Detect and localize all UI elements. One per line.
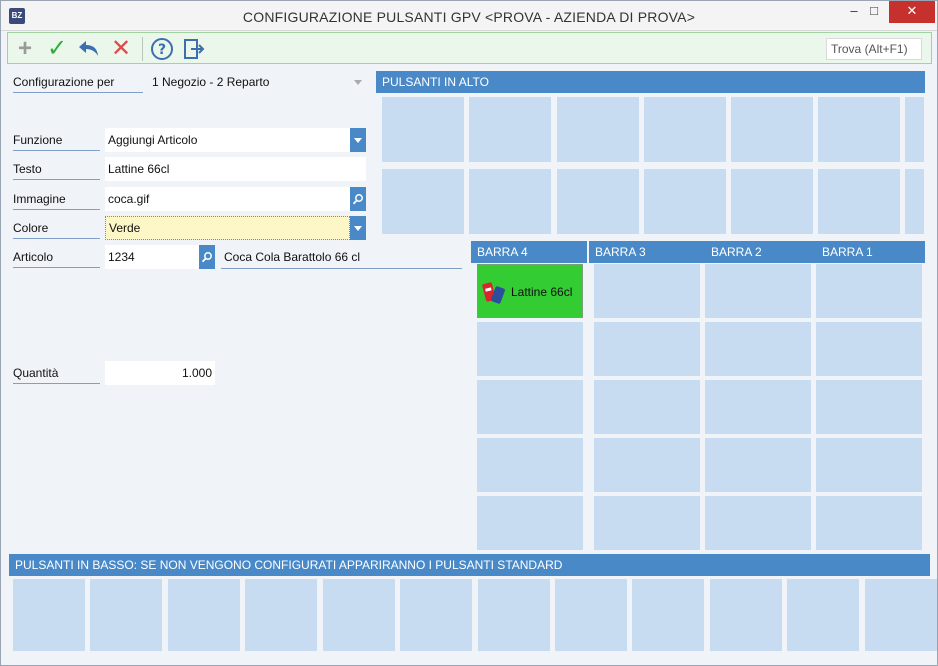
bottom-button-slot[interactable] [90,579,162,651]
immagine-input[interactable]: coca.gif [105,187,350,211]
exit-icon[interactable] [180,35,208,63]
top-button-slot[interactable] [644,97,726,162]
toolbar: + ✓ ✕ ? Trova (Alt+F1) [7,32,932,64]
top-button-slot[interactable] [731,97,813,162]
barra2-header: BARRA 2 [711,245,762,259]
bar-button-slot[interactable] [816,264,922,318]
top-button-slot[interactable] [469,97,551,162]
top-button-slot[interactable] [731,169,813,234]
bar-button-slot[interactable] [477,322,583,376]
quantita-input[interactable]: 1.000 [105,361,215,385]
bar-button-slot[interactable] [705,380,811,434]
bar-button-slot[interactable] [705,264,811,318]
bar-button-slot[interactable] [705,438,811,492]
colore-label: Colore [13,221,100,239]
articolo-code-input[interactable]: 1234 [105,245,199,269]
bottom-button-slot[interactable] [323,579,395,651]
toolbar-separator [142,37,143,61]
bar-button-slot[interactable] [816,380,922,434]
top-button-slot[interactable] [382,97,464,162]
testo-input[interactable]: Lattine 66cl [105,157,366,181]
top-button-slot[interactable] [469,169,551,234]
immagine-label: Immagine [13,192,100,210]
top-button-slot[interactable] [818,97,900,162]
configurazione-select[interactable]: 1 Negozio - 2 Reparto [149,70,349,94]
bar-button-slot[interactable] [705,322,811,376]
top-buttons-header: PULSANTI IN ALTO [376,71,925,93]
bar-button-slot[interactable] [594,264,700,318]
barra4-header: BARRA 4 [471,241,587,263]
search-icon[interactable] [199,245,215,269]
bar-button-slot[interactable] [816,322,922,376]
bottom-button-slot[interactable] [478,579,550,651]
top-button-slot[interactable] [644,169,726,234]
bar-button-slot[interactable] [816,438,922,492]
chevron-down-icon[interactable] [350,216,366,240]
svg-text:?: ? [158,42,166,58]
bottom-button-slot[interactable] [245,579,317,651]
barra1-header: BARRA 1 [822,245,873,259]
configurazione-label: Configurazione per [13,75,143,93]
bottom-button-slot[interactable] [787,579,859,651]
soda-can-icon [482,282,505,304]
bottom-button-slot[interactable] [13,579,85,651]
bar-button-slot[interactable] [594,322,700,376]
close-icon[interactable]: ✕ [107,35,135,63]
quantita-label: Quantità [13,366,100,384]
bar-button-slot[interactable] [594,380,700,434]
bottom-buttons-header: PULSANTI IN BASSO: SE NON VENGONO CONFIG… [9,554,930,576]
undo-icon[interactable] [75,35,103,63]
search-input[interactable]: Trova (Alt+F1) [826,38,922,60]
top-button-slot[interactable] [905,97,924,162]
bottom-button-slot[interactable] [168,579,240,651]
title-bar: BZ CONFIGURAZIONE PULSANTI GPV <PROVA - … [1,1,937,31]
articolo-label: Articolo [13,250,100,268]
plus-icon[interactable]: + [11,35,39,63]
bottom-button-slot[interactable] [400,579,472,651]
main-window: BZ CONFIGURAZIONE PULSANTI GPV <PROVA - … [0,0,938,666]
bar-button-slot[interactable] [477,438,583,492]
bar-button-slot[interactable] [477,380,583,434]
top-button-slot[interactable] [557,97,639,162]
check-icon[interactable]: ✓ [43,35,71,63]
top-button-slot[interactable] [905,169,924,234]
testo-label: Testo [13,162,100,180]
configured-button-lattine[interactable]: Lattine 66cl [477,264,583,318]
search-icon[interactable] [350,187,366,211]
help-icon[interactable]: ? [148,35,176,63]
bar-button-slot[interactable] [816,496,922,550]
top-button-slot[interactable] [818,169,900,234]
funzione-select[interactable]: Aggiungi Articolo [105,128,350,152]
bar-button-slot[interactable] [477,496,583,550]
funzione-label: Funzione [13,133,100,151]
bar-button-slot[interactable] [705,496,811,550]
bar-button-slot[interactable] [594,438,700,492]
articolo-description: Coca Cola Barattolo 66 cl [221,245,462,269]
top-button-slot[interactable] [557,169,639,234]
maximize-button[interactable]: □ [859,1,889,23]
bottom-button-slot[interactable] [632,579,704,651]
chevron-down-icon[interactable] [350,70,366,94]
chevron-down-icon[interactable] [350,128,366,152]
colore-select[interactable]: Verde [105,216,350,240]
top-button-slot[interactable] [382,169,464,234]
bar-button-slot[interactable] [594,496,700,550]
close-window-button[interactable]: ✕ [889,1,935,23]
bottom-button-slot[interactable] [555,579,627,651]
bottom-button-slot[interactable] [865,579,937,651]
configured-button-label: Lattine 66cl [511,285,573,299]
bottom-button-slot[interactable] [710,579,782,651]
window-title: CONFIGURAZIONE PULSANTI GPV <PROVA - AZI… [242,9,696,25]
